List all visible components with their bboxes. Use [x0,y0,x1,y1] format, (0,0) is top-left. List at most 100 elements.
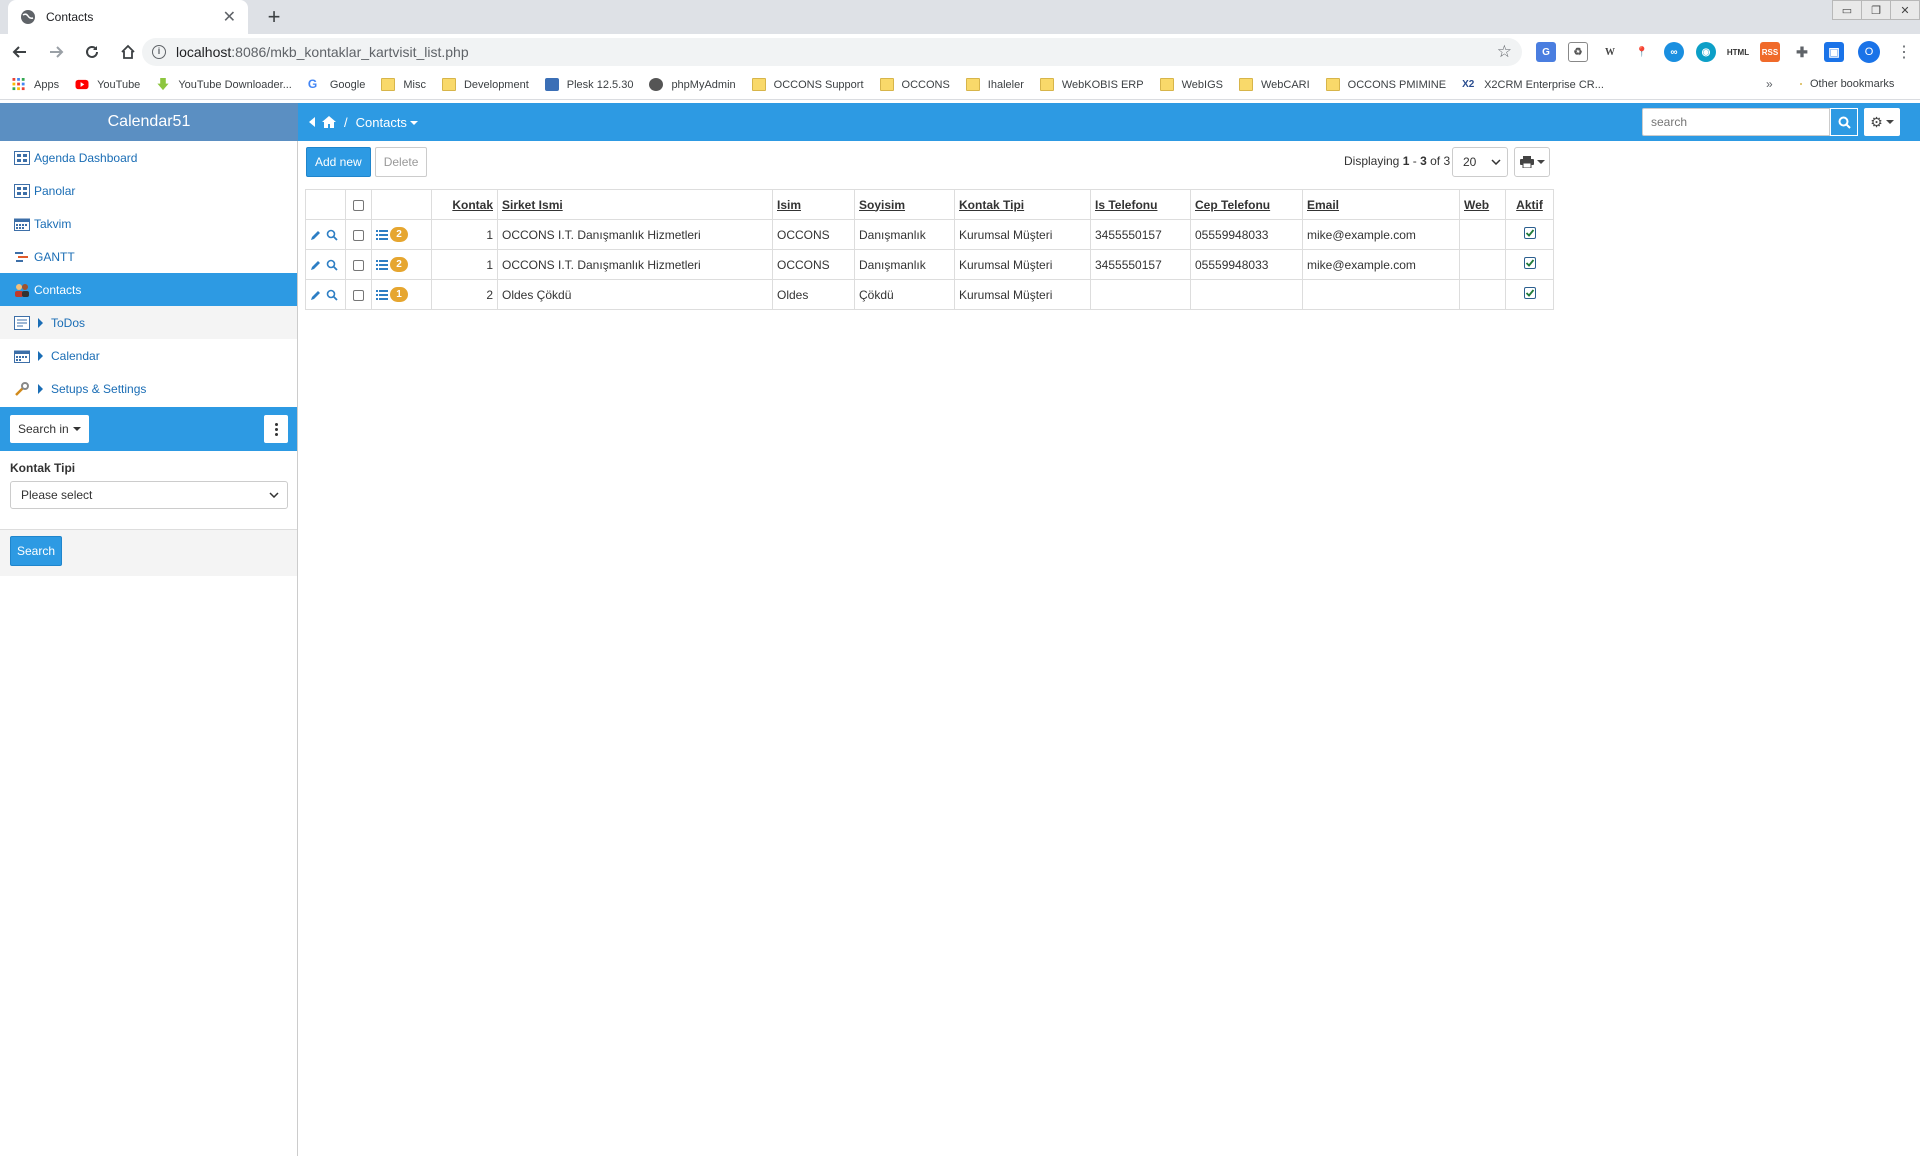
browser-tabstrip: Contacts ✕ + ▭ ❐ ✕ [0,0,1920,34]
tab-close-icon[interactable]: ✕ [223,7,236,27]
sidebar-item-setups-settings[interactable]: Setups & Settings [0,372,297,405]
column-header-cep-telefonu[interactable]: Cep Telefonu [1190,189,1303,220]
bookmark-youtube-downloader[interactable]: YouTube Downloader... [156,78,292,91]
search-input[interactable] [1642,108,1830,136]
view-magnifier-icon[interactable] [326,289,338,301]
sidebar-item-takvim[interactable]: Takvim [0,207,297,240]
row-checkbox[interactable] [353,289,364,301]
view-magnifier-icon[interactable] [326,229,338,241]
kontak-tipi-select[interactable]: Please select [10,481,288,509]
puzzle-icon[interactable]: ✚ [1792,42,1812,62]
bookmark-webkobis[interactable]: WebKOBIS ERP [1039,78,1144,91]
column-header-isim[interactable]: Isim [772,189,855,220]
print-button[interactable] [1514,147,1550,177]
minimize-icon[interactable]: ▭ [1832,0,1862,20]
bookmark-misc[interactable]: Misc [381,78,426,91]
cell-web [1459,219,1506,250]
app-brand[interactable]: Calendar51 [0,103,298,141]
new-tab-icon[interactable]: + [260,4,288,32]
home-icon[interactable] [322,116,336,128]
bookmark-x2crm[interactable]: X2 X2CRM Enterprise CR... [1462,78,1604,91]
cell-email: mike@example.com [1302,249,1460,280]
bookmark-occons[interactable]: OCCONS [879,78,950,91]
row-details-link[interactable]: 2 [376,227,427,242]
search-submit-button[interactable]: Search [10,536,62,566]
bookmark-label: Google [329,78,366,91]
cell-sirket-ismi: OCCONS I.T. Danışmanlık Hizmetleri [497,249,773,280]
view-magnifier-icon[interactable] [326,259,338,271]
bookmark-plesk[interactable]: Plesk 12.5.30 [544,78,633,91]
column-header-web[interactable]: Web [1459,189,1506,220]
rss-icon[interactable]: RSS [1760,42,1780,62]
home-icon[interactable] [112,36,144,68]
settings-button[interactable]: ⚙ [1864,108,1900,136]
site-info-icon[interactable]: i [152,45,166,59]
collapse-sidebar-icon[interactable] [308,117,316,127]
add-new-button[interactable]: Add new [306,147,371,177]
search-button[interactable] [1830,108,1858,136]
column-header-soyisim[interactable]: Soyisim [854,189,955,220]
sidebar-item-calendar[interactable]: Calendar [0,339,297,372]
bookmark-development[interactable]: Development [441,78,529,91]
column-header-kontak-tipi[interactable]: Kontak Tipi [954,189,1091,220]
bookmark-ihaleler[interactable]: Ihaleler [965,78,1024,91]
bookmark-phpmyadmin[interactable]: phpMyAdmin [649,78,736,91]
column-header-is-telefonu[interactable]: Is Telefonu [1090,189,1191,220]
pin-icon[interactable]: 📍 [1632,42,1652,62]
bookmark-youtube[interactable]: YouTube [75,78,140,91]
sidebar-item-todos[interactable]: ToDos [0,306,297,339]
browser-menu-icon[interactable]: ⋮ [1896,42,1912,62]
sidebar-item-agenda-dashboard[interactable]: Agenda Dashboard [0,141,297,174]
owl-icon[interactable]: ◉ [1696,42,1716,62]
cell-aktif [1505,249,1554,280]
row-details-link[interactable]: 2 [376,257,427,272]
bookmark-occons-pmimine[interactable]: OCCONS PMIMINE [1325,78,1446,91]
edit-pencil-icon[interactable] [310,289,322,301]
cell-email: mike@example.com [1302,219,1460,250]
row-checkbox[interactable] [353,259,364,271]
back-icon[interactable] [4,36,36,68]
other-bookmarks[interactable]: Other bookmarks [1800,78,1894,90]
sidebar-item-contacts[interactable]: Contacts [0,273,297,306]
recycle-icon[interactable]: ♻ [1568,42,1588,62]
infinity-icon[interactable]: ∞ [1664,42,1684,62]
translate-icon[interactable]: G [1536,42,1556,62]
row-details-link[interactable]: 1 [376,287,427,302]
column-header-sirket-ismi[interactable]: Sirket Ismi [497,189,773,220]
search-options-button[interactable] [264,415,288,443]
bookmark-occons-support[interactable]: OCCONS Support [751,78,864,91]
bookmark-google[interactable]: G Google [308,78,365,91]
bookmark-webigs[interactable]: WebIGS [1159,78,1223,91]
sidebar-item-gantt[interactable]: GANTT [0,240,297,273]
column-header-email[interactable]: Email [1302,189,1460,220]
reload-icon[interactable] [76,36,108,68]
column-header-kontak[interactable]: Kontak [431,189,498,220]
column-header-aktif[interactable]: Aktif [1505,189,1554,220]
forward-icon[interactable] [40,36,72,68]
breadcrumb-contacts[interactable]: Contacts [356,115,418,130]
address-bar[interactable]: i localhost:8086/mkb_kontaklar_kartvisit… [142,38,1522,66]
row-checkbox[interactable] [353,229,364,241]
sidebar-item-panolar[interactable]: Panolar [0,174,297,207]
bookmark-webcari[interactable]: WebCARI [1238,78,1310,91]
page-size-select[interactable]: 20 [1452,147,1508,177]
html-icon[interactable]: HTML [1727,42,1749,62]
select-all-checkbox[interactable] [353,199,364,211]
browser-tab[interactable]: Contacts ✕ [8,0,248,34]
cast-icon[interactable]: ▣ [1824,42,1844,62]
wikipedia-icon[interactable]: W [1600,42,1620,62]
profile-avatar[interactable]: O [1858,41,1880,63]
close-window-icon[interactable]: ✕ [1890,0,1920,20]
bookmark-star-icon[interactable]: ☆ [1497,42,1512,62]
edit-pencil-icon[interactable] [310,229,322,241]
restore-icon[interactable]: ❐ [1861,0,1891,20]
kebab-dot [274,422,278,426]
todo-icon [14,315,30,330]
search-in-dropdown[interactable]: Search in [10,415,89,443]
browser-toolbar: i localhost:8086/mkb_kontaklar_kartvisit… [0,34,1920,70]
edit-pencil-icon[interactable] [310,259,322,271]
more-bookmarks-icon[interactable]: » [1766,77,1773,91]
bookmark-apps[interactable]: Apps [12,78,59,91]
delete-button[interactable]: Delete [374,147,428,177]
row-select-cell [345,249,372,280]
